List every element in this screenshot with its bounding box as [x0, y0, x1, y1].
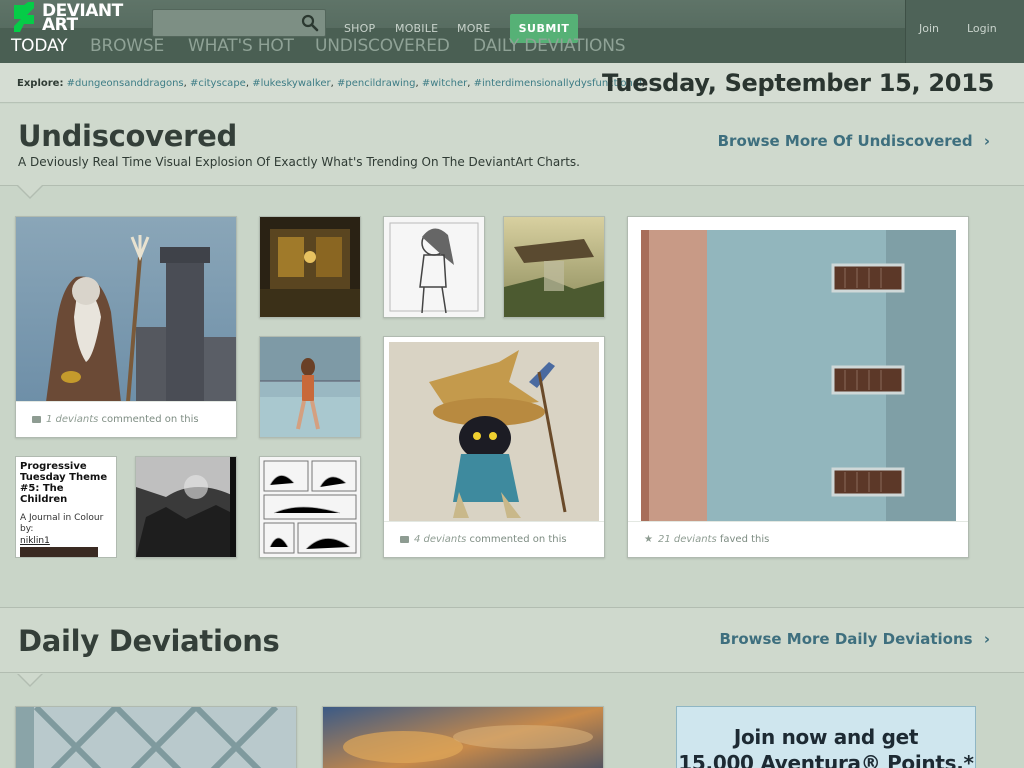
star-icon: ★ — [644, 534, 653, 545]
tag-link[interactable]: #dungeonsanddragons — [67, 78, 184, 89]
journal-thumbnail — [20, 547, 98, 557]
page-date: Tuesday, September 15, 2015 — [602, 69, 994, 97]
deviation-card[interactable] — [383, 216, 485, 318]
deviation-thumbnail — [260, 217, 360, 317]
section-notch — [18, 185, 42, 197]
mobile-link[interactable]: MOBILE — [395, 22, 438, 35]
deviation-card[interactable] — [259, 336, 361, 438]
logo-wordmark: DEVIANT ART — [42, 1, 123, 35]
journal-title: Progressive Tuesday Theme #5: The Childr… — [20, 461, 108, 505]
tag-link[interactable]: #lukeskywalker — [252, 78, 330, 89]
undiscovered-header: Undiscovered A Deviously Real Time Visua… — [0, 104, 1024, 186]
deviation-thumbnail — [389, 342, 599, 522]
search-icon[interactable] — [301, 14, 319, 32]
tab-daily-deviations[interactable]: DAILY DEVIATIONS — [473, 36, 626, 56]
explore-tags: Explore: #dungeonsanddragons, #cityscape… — [17, 78, 645, 89]
deviation-card[interactable] — [503, 216, 605, 318]
more-link[interactable]: MORE — [457, 22, 491, 35]
deviation-thumbnail — [16, 707, 296, 768]
card-stats: ★ 21 deviants faved this — [628, 521, 968, 557]
card-stats: 1 deviants commented on this — [16, 401, 236, 437]
deviation-thumbnail — [504, 217, 604, 317]
deviation-card[interactable]: 1 deviants commented on this — [15, 216, 237, 438]
deviation-card[interactable] — [322, 706, 604, 768]
daily-deviations-header: Daily Deviations Browse More Daily Devia… — [0, 607, 1024, 673]
explore-label: Explore: — [17, 78, 64, 89]
comment-icon — [32, 416, 41, 423]
search-input[interactable] — [153, 10, 298, 36]
deviation-card[interactable]: ★ 21 deviants faved this — [627, 216, 969, 558]
deviation-card[interactable] — [15, 706, 297, 768]
deviation-thumbnail — [16, 217, 236, 402]
section-title: Undiscovered — [18, 119, 237, 153]
browse-more-label: Browse More Daily Deviations — [719, 630, 973, 648]
tab-today[interactable]: TODAY — [11, 36, 67, 56]
deviation-card[interactable] — [135, 456, 237, 558]
deviation-thumbnail — [384, 217, 484, 317]
site-header: DEVIANT ART SHOP MOBILE MORE SUBMIT Join… — [0, 0, 1024, 63]
section-subtitle: A Deviously Real Time Visual Explosion O… — [18, 155, 580, 169]
deviantart-logo-icon — [12, 2, 36, 32]
tag-link[interactable]: #witcher — [422, 78, 467, 89]
advertisement-banner[interactable]: Join now and get 15,000 Aventura® Points… — [676, 706, 976, 768]
ad-line-1: Join now and get — [733, 725, 919, 749]
tab-whats-hot[interactable]: WHAT'S HOT — [188, 36, 294, 56]
chevron-right-icon: › — [983, 132, 990, 150]
ad-line-2: 15,000 Aventura® Points.* — [678, 751, 974, 768]
deviation-thumbnail — [260, 337, 360, 437]
deviation-thumbnail — [641, 230, 956, 523]
browse-more-undiscovered-link[interactable]: Browse More Of Undiscovered › — [718, 132, 990, 150]
deviation-card[interactable] — [259, 456, 361, 558]
deviation-card[interactable] — [259, 216, 361, 318]
tag-link[interactable]: #cityscape — [190, 78, 246, 89]
deviation-card[interactable]: 4 deviants commented on this — [383, 336, 605, 558]
journal-author-link[interactable]: niklin1 — [20, 536, 50, 546]
card-stats: 4 deviants commented on this — [384, 521, 604, 557]
search-box — [152, 9, 326, 37]
tab-undiscovered[interactable]: UNDISCOVERED — [315, 36, 450, 56]
explore-strip: Explore: #dungeonsanddragons, #cityscape… — [0, 63, 1024, 103]
deviation-thumbnail — [260, 457, 360, 557]
login-link[interactable]: Login — [967, 22, 997, 35]
deviation-thumbnail — [136, 457, 236, 557]
chevron-right-icon: › — [983, 630, 990, 648]
journal-subtitle: A Journal in Colour by: — [20, 513, 104, 534]
section-notch — [18, 673, 42, 685]
account-area: Join Login — [905, 0, 1024, 63]
browse-more-label: Browse More Of Undiscovered — [717, 132, 973, 150]
tag-link[interactable]: #pencildrawing — [337, 78, 416, 89]
section-title: Daily Deviations — [18, 624, 280, 658]
join-link[interactable]: Join — [919, 22, 939, 35]
tab-browse[interactable]: BROWSE — [90, 36, 164, 56]
journal-card[interactable]: Progressive Tuesday Theme #5: The Childr… — [15, 456, 117, 558]
browse-more-daily-link[interactable]: Browse More Daily Deviations › — [719, 630, 990, 648]
shop-link[interactable]: SHOP — [344, 22, 375, 35]
deviantart-logo[interactable]: DEVIANT ART — [12, 2, 132, 34]
comment-icon — [400, 536, 409, 543]
deviation-thumbnail — [323, 707, 603, 768]
